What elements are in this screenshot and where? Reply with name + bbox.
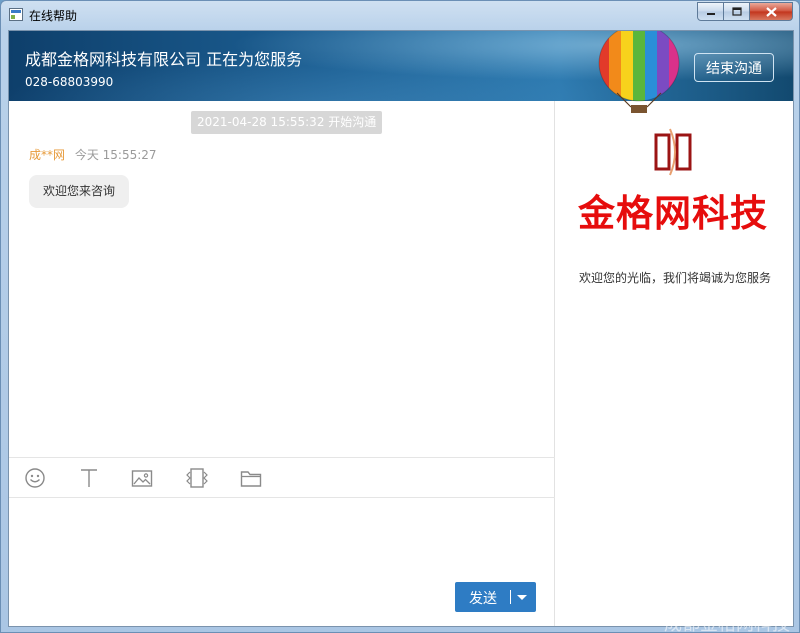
message-bubble: 欢迎您来咨询 (29, 175, 130, 208)
service-phone: 028-68803990 (25, 75, 114, 89)
message-time: 今天 15:55:27 (74, 148, 157, 162)
close-button[interactable] (749, 2, 793, 21)
company-info-pane: 金格网科技 欢迎您的光临，我们将竭诚为您服务 (556, 101, 793, 626)
watermark-text: 成都金格网科技 (664, 614, 790, 633)
chat-pane: 2021-04-28 15:55:32 开始沟通 成**网 今天 15:55:2… (9, 101, 555, 626)
chat-window: 在线帮助 成都金格网科技有限公司 正在为您服务 028-68803990 结束沟… (0, 0, 800, 633)
maximize-button[interactable] (723, 2, 750, 21)
company-logo-icon (654, 128, 692, 176)
service-title: 成都金格网科技有限公司 正在为您服务 (25, 50, 303, 69)
window-content: 成都金格网科技有限公司 正在为您服务 028-68803990 结束沟通 202… (8, 30, 794, 627)
send-divider (510, 590, 511, 604)
input-toolbar (9, 457, 555, 498)
screenshot-icon[interactable] (186, 467, 208, 489)
send-options-icon[interactable] (517, 595, 527, 600)
message-meta: 成**网 今天 15:55:27 (29, 146, 157, 163)
minimize-icon (706, 12, 715, 15)
welcome-text: 欢迎您的光临，我们将竭诚为您服务 (579, 271, 772, 285)
minimize-button[interactable] (697, 2, 724, 21)
window-controls (697, 2, 793, 21)
title-bar[interactable]: 在线帮助 (1, 1, 799, 29)
send-button[interactable]: 发送 (455, 582, 536, 612)
close-icon (765, 6, 777, 17)
header-banner: 成都金格网科技有限公司 正在为您服务 028-68803990 结束沟通 (9, 31, 793, 113)
message-input[interactable] (9, 498, 555, 578)
app-icon (9, 8, 23, 21)
end-chat-button[interactable]: 结束沟通 (694, 53, 774, 82)
session-start-label: 2021-04-28 15:55:32 开始沟通 (191, 111, 383, 134)
company-logo-text: 金格网科技 (578, 192, 768, 235)
send-label: 发送 (469, 591, 497, 607)
image-icon[interactable] (131, 467, 153, 489)
emoji-icon[interactable] (24, 467, 46, 489)
maximize-icon (731, 7, 742, 16)
window-title: 在线帮助 (29, 9, 78, 23)
folder-icon[interactable] (240, 467, 262, 489)
message-sender: 成**网 (29, 148, 66, 162)
text-format-icon[interactable] (78, 467, 100, 489)
